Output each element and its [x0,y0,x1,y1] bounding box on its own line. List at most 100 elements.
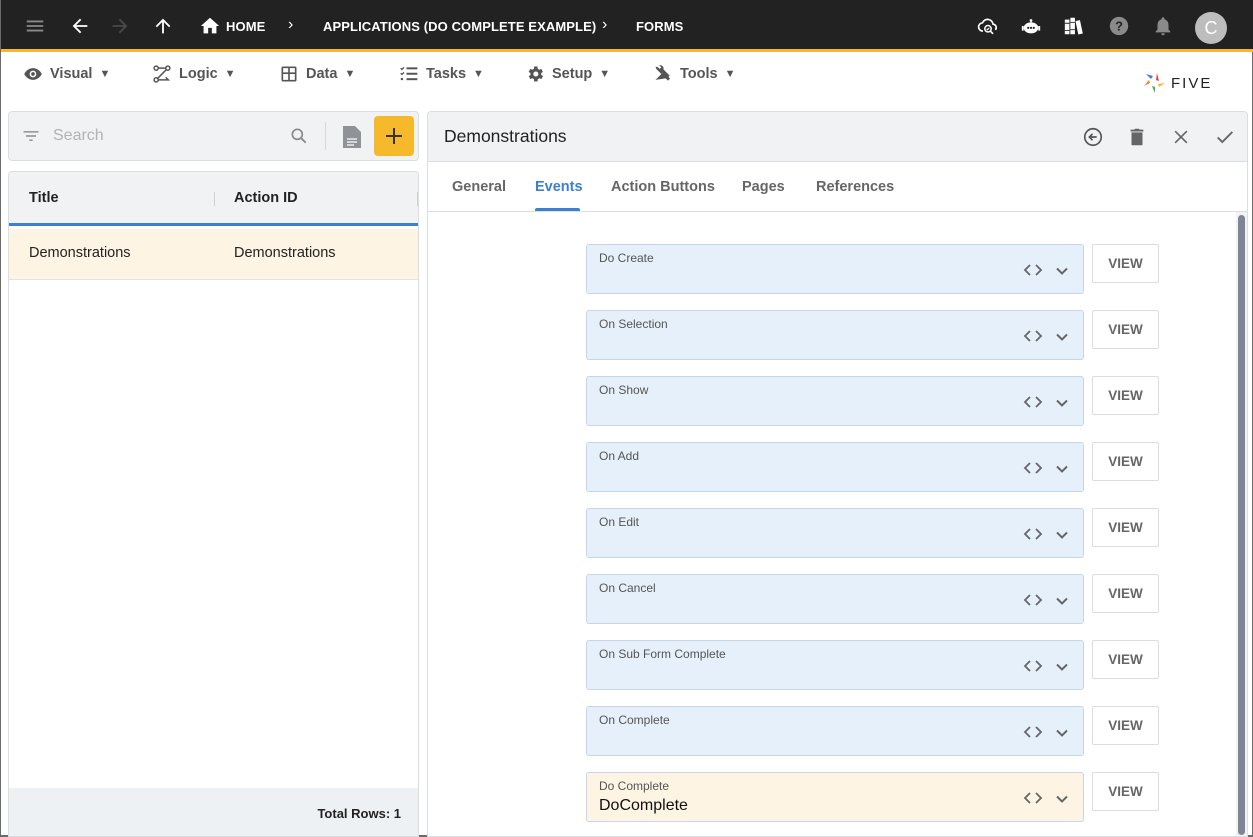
user-avatar[interactable]: C [1195,12,1227,44]
confirm-check-icon[interactable] [1213,125,1237,149]
menu-icon[interactable] [23,14,47,38]
tab-action-buttons[interactable]: Action Buttons [611,179,715,195]
code-icon[interactable] [1023,526,1043,542]
gear-icon [528,66,543,82]
tab-references[interactable]: References [816,179,894,195]
menu-tasks[interactable]: Tasks ▼ [399,63,484,85]
column-header-title[interactable]: Title [29,190,59,206]
up-arrow-icon[interactable] [151,14,175,38]
menu-data[interactable]: Data ▼ [279,63,355,85]
close-icon[interactable] [1169,125,1193,149]
chevron-down-icon[interactable] [1054,263,1070,279]
five-star-logo-icon [1144,73,1165,93]
main-menu-bar: Visual ▼ Logic ▼ Data ▼ Tasks ▼ Setup ▼ … [1,55,1253,105]
menu-logic[interactable]: Logic ▼ [152,63,236,85]
breadcrumb-forms[interactable]: FORMS [636,19,683,34]
total-rows: Total Rows: 1 [317,806,401,821]
divider [325,122,326,150]
menu-tools[interactable]: Tools ▼ [653,63,735,85]
event-field-on-sub-form-complete[interactable]: On Sub Form Complete [586,640,1084,690]
tab-events[interactable]: Events [535,179,583,195]
chevron-down-icon[interactable] [1054,329,1070,345]
notifications-bell-icon[interactable] [1151,14,1175,38]
chevron-down-icon[interactable] [1054,395,1070,411]
scrollbar-thumb[interactable] [1238,215,1245,835]
event-field-label: On Sub Form Complete [599,647,726,661]
event-field-label: On Cancel [599,581,656,595]
caret-down-icon: ▼ [599,68,611,80]
chevron-down-icon[interactable] [1054,461,1070,477]
menu-visual[interactable]: Visual ▼ [23,63,110,85]
forward-arrow-icon[interactable] [108,14,132,38]
code-icon[interactable] [1023,724,1043,740]
table-row[interactable]: Demonstrations Demonstrations [9,229,418,280]
list-footer: Total Rows: 1 [9,788,418,836]
add-button[interactable] [374,116,414,156]
home-icon[interactable] [198,14,222,38]
chevron-down-icon[interactable] [1054,659,1070,675]
chatbot-icon[interactable] [1019,14,1043,38]
chevron-down-icon[interactable] [1054,527,1070,543]
event-field-on-show[interactable]: On Show [586,376,1084,426]
code-icon[interactable] [1023,460,1043,476]
search-icon[interactable] [289,126,309,146]
chevron-down-icon[interactable] [1054,593,1070,609]
event-field-do-create[interactable]: Do Create [586,244,1084,294]
code-icon[interactable] [1023,394,1043,410]
delete-icon[interactable] [1125,125,1149,149]
menu-setup[interactable]: Setup ▼ [525,63,610,85]
view-button-on-cancel[interactable]: VIEW [1092,574,1159,613]
menu-tasks-label: Tasks [426,66,467,82]
column-resize-handle[interactable] [417,192,418,206]
code-icon[interactable] [1023,592,1043,608]
event-field-on-complete[interactable]: On Complete [586,706,1084,756]
breadcrumb-separator-icon: › [288,16,294,33]
cell-title: Demonstrations [29,245,131,261]
event-field-on-cancel[interactable]: On Cancel [586,574,1084,624]
event-field-label: On Show [599,383,649,397]
back-arrow-icon[interactable] [68,14,92,38]
cloud-search-icon[interactable] [976,14,1000,38]
document-icon[interactable] [341,124,363,150]
tab-general[interactable]: General [452,179,506,195]
breadcrumb-application[interactable]: APPLICATIONS (DO COMPLETE EXAMPLE) [323,19,596,34]
view-button-do-complete[interactable]: VIEW [1092,772,1159,811]
view-button-on-sub-form-complete[interactable]: VIEW [1092,640,1159,679]
top-navigation-bar: HOME › APPLICATIONS (DO COMPLETE EXAMPLE… [1,0,1253,52]
chevron-down-icon[interactable] [1054,725,1070,741]
code-icon[interactable] [1023,658,1043,674]
event-field-on-selection[interactable]: On Selection [586,310,1084,360]
table-grid-icon [281,66,297,82]
code-icon[interactable] [1023,790,1043,806]
checklist-icon [400,66,418,81]
event-field-on-add[interactable]: On Add [586,442,1084,492]
active-tab-indicator [535,208,580,211]
view-button-do-create[interactable]: VIEW [1092,244,1159,283]
breadcrumb-home[interactable]: HOME [226,19,265,34]
tools-icon [655,65,671,81]
event-field-on-edit[interactable]: On Edit [586,508,1084,558]
help-icon[interactable]: ? [1107,14,1131,38]
library-books-icon[interactable] [1062,14,1086,38]
event-field-do-complete[interactable]: Do Complete DoComplete [586,772,1084,822]
column-resize-handle[interactable] [214,192,215,206]
eye-icon [24,68,42,80]
history-back-icon[interactable] [1081,125,1105,149]
column-header-action-id[interactable]: Action ID [234,190,298,206]
view-button-on-complete[interactable]: VIEW [1092,706,1159,745]
filter-icon[interactable] [21,126,41,146]
event-field-label: On Selection [599,317,668,331]
code-icon[interactable] [1023,328,1043,344]
breadcrumb-separator-icon: › [602,16,608,33]
form-header: Demonstrations [428,112,1247,162]
code-icon[interactable] [1023,262,1043,278]
logo-text: FIVE [1171,74,1213,92]
search-input[interactable] [53,124,273,148]
view-button-on-selection[interactable]: VIEW [1092,310,1159,349]
event-field-label: On Edit [599,515,640,529]
view-button-on-show[interactable]: VIEW [1092,376,1159,415]
view-button-on-add[interactable]: VIEW [1092,442,1159,481]
tab-pages[interactable]: Pages [742,179,785,195]
chevron-down-icon[interactable] [1054,791,1070,807]
view-button-on-edit[interactable]: VIEW [1092,508,1159,547]
